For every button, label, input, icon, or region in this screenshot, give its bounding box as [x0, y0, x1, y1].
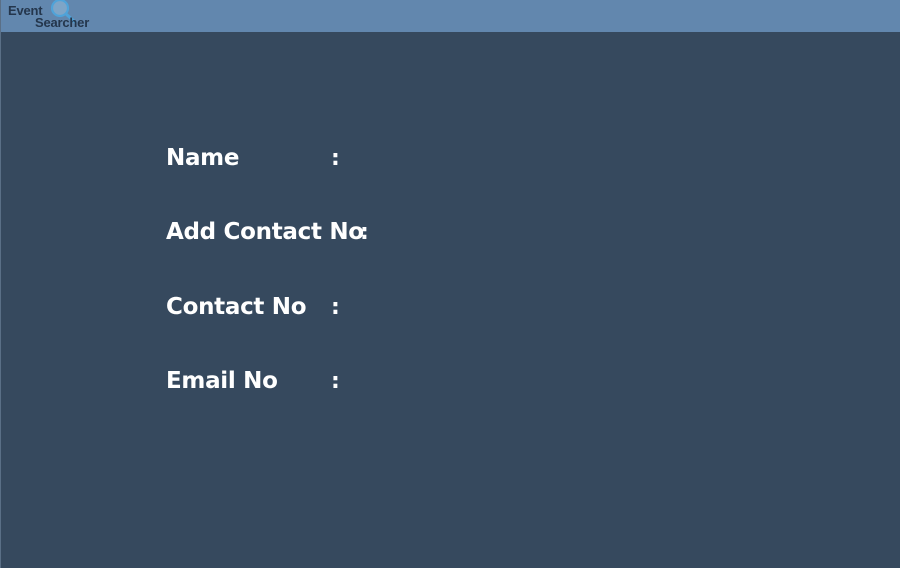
- form-row-name: Name :: [166, 140, 566, 176]
- event-searcher-logo[interactable]: Event Searcher: [8, 0, 104, 32]
- top-header-bar: Event Searcher: [1, 0, 900, 32]
- email-no-label: Email No: [166, 368, 278, 394]
- contact-no-label: Contact No: [166, 294, 307, 320]
- contact-no-separator: :: [331, 295, 340, 320]
- name-separator: :: [331, 146, 340, 171]
- email-no-separator: :: [331, 369, 340, 394]
- app-window: Event Searcher Name : Add Contact No : C…: [0, 0, 900, 568]
- form-row-contact-no: Contact No :: [166, 289, 566, 325]
- add-contact-no-label: Add Contact No: [166, 219, 364, 245]
- form-row-email-no: Email No :: [166, 363, 566, 399]
- form-row-add-contact-no: Add Contact No :: [166, 214, 566, 250]
- add-contact-no-separator: :: [360, 220, 369, 245]
- logo-word-searcher: Searcher: [35, 15, 90, 30]
- name-label: Name: [166, 145, 240, 171]
